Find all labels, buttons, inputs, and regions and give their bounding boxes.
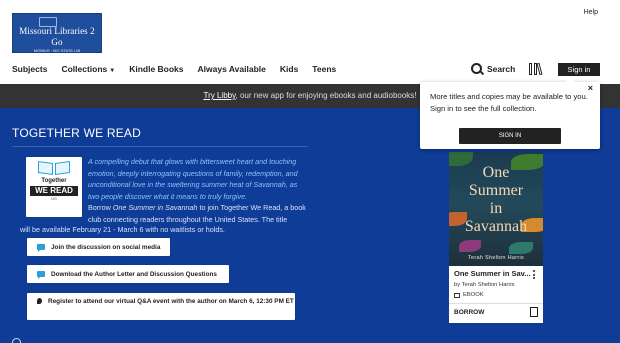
book-card: One Summer in Savannah Terah Shelton Har…: [449, 152, 543, 323]
nav-always-available[interactable]: Always Available: [198, 64, 266, 74]
availability-text: will be available February 21 - March 6 …: [20, 225, 225, 234]
site-header: Missouri Libraries 2 Go MOBIUS · MO STAT…: [0, 0, 620, 82]
close-icon[interactable]: ×: [588, 83, 593, 93]
title-divider: [12, 146, 308, 147]
badge-line1: Together: [41, 178, 67, 184]
popup-message: More titles and copies may be available …: [430, 92, 588, 113]
more-options-icon[interactable]: [533, 270, 536, 281]
nav-collections[interactable]: Collections ▼: [61, 64, 115, 74]
borrow-prefix: Borrow: [88, 203, 113, 213]
search-label: Search: [487, 63, 516, 74]
main-nav: Subjects Collections ▼ Kindle Books Alway…: [12, 64, 336, 74]
chat-bubble-icon: [37, 271, 45, 279]
format-label: EBOOK: [463, 292, 484, 298]
download-label: Download the Author Letter and Discussio…: [51, 270, 217, 278]
open-book-icon: [38, 160, 70, 177]
cover-title-line4: Savannah: [464, 218, 528, 235]
register-label: Register to attend our virtual Q&A event…: [48, 298, 294, 305]
ebook-icon: [454, 292, 460, 298]
book-author[interactable]: by Terah Shelton Harris: [454, 282, 514, 288]
social-media-label: Join the discussion on social media: [51, 243, 161, 251]
popup-pointer: [565, 77, 575, 82]
borrow-button[interactable]: BORROW: [454, 309, 484, 316]
library-logo[interactable]: Missouri Libraries 2 Go MOBIUS · MO STAT…: [12, 13, 102, 53]
sign-in-button[interactable]: Sign in: [558, 63, 600, 76]
missouri-state-icon: [39, 17, 57, 27]
try-libby-link[interactable]: Try Libby: [203, 91, 235, 100]
logo-title: Missouri Libraries 2 Go: [19, 26, 95, 47]
chevron-down-icon: ▼: [109, 68, 116, 74]
search-button[interactable]: Search: [471, 63, 515, 74]
library-shelf-icon[interactable]: [529, 62, 543, 76]
location-pin-icon: [37, 298, 42, 304]
download-author-letter-button[interactable]: Download the Author Letter and Discussio…: [27, 265, 229, 283]
cover-author: Terah Shelton Harris: [467, 255, 525, 261]
book-title-link[interactable]: One Summer in Sav...: [454, 269, 531, 278]
nav-kindle-books[interactable]: Kindle Books: [129, 64, 183, 74]
nav-subjects[interactable]: Subjects: [12, 64, 47, 74]
social-media-button[interactable]: Join the discussion on social media: [27, 238, 170, 256]
program-description: A compelling debut that glows with bitte…: [88, 156, 306, 226]
book-quote: A compelling debut that glows with bitte…: [88, 157, 298, 201]
help-link[interactable]: Help: [584, 9, 598, 16]
card-divider: [449, 303, 543, 304]
cover-title-line2: Summer: [468, 182, 524, 199]
banner-text: , our new app for enjoying ebooks and au…: [235, 91, 417, 100]
together-we-read-logo: Together WE READ US: [26, 157, 82, 217]
register-event-button[interactable]: Register to attend our virtual Q&A event…: [27, 293, 295, 320]
sign-in-popup: × More titles and copies may be availabl…: [420, 77, 600, 149]
popup-sign-in-button[interactable]: SIGN IN: [459, 128, 561, 144]
page-title: TOGETHER WE READ: [12, 126, 141, 140]
logo-subtitle: MOBIUS · MO STATE LIB: [33, 48, 81, 53]
cover-title-line3: in: [489, 200, 503, 217]
nav-teens[interactable]: Teens: [312, 64, 336, 74]
search-icon: [471, 63, 482, 74]
bookmark-icon[interactable]: [530, 307, 538, 317]
info-circle-icon: [12, 338, 21, 343]
book-cover[interactable]: One Summer in Savannah Terah Shelton Har…: [449, 152, 543, 266]
badge-line3: US: [51, 196, 57, 201]
badge-line2: WE READ: [30, 186, 78, 196]
chat-bubble-icon: [37, 244, 45, 252]
cover-title-line1: One: [482, 164, 510, 181]
borrow-book-title: One Summer in Savannah: [112, 203, 198, 213]
nav-kids[interactable]: Kids: [280, 64, 298, 74]
nav-collections-label: Collections: [61, 64, 108, 74]
format-badge: EBOOK: [454, 292, 484, 298]
